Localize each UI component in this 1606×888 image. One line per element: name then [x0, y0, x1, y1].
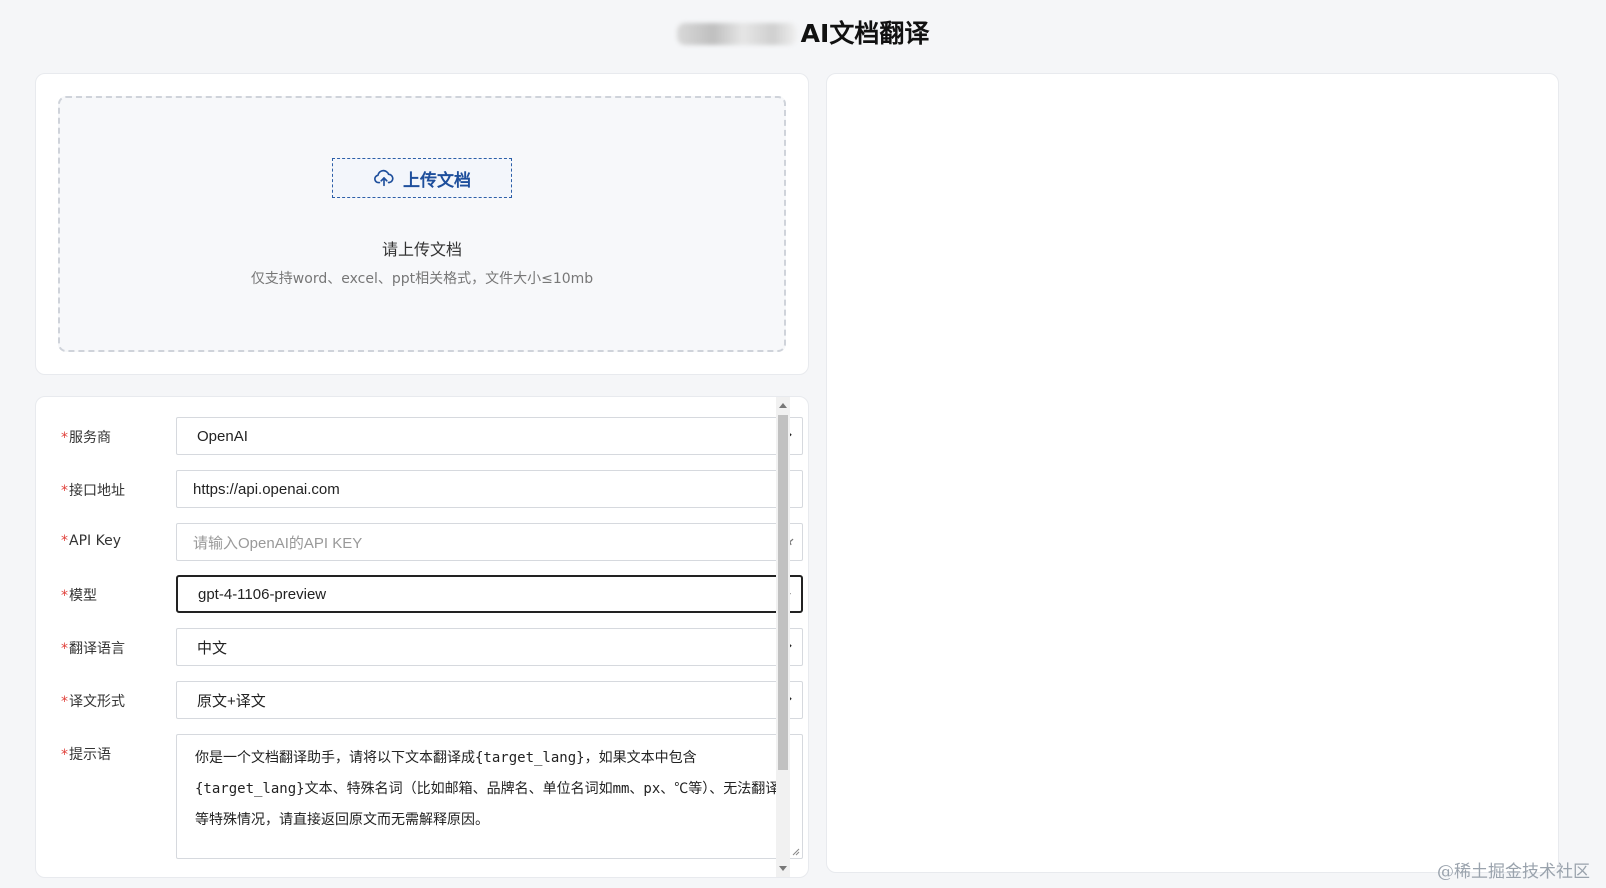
- output-format-select[interactable]: 原文+译文: [176, 681, 803, 719]
- scroll-up-arrow-icon[interactable]: [779, 403, 787, 408]
- upload-button-label: 上传文档: [403, 170, 471, 191]
- provider-label: *服务商: [61, 430, 111, 446]
- resize-grip-icon[interactable]: [790, 846, 800, 856]
- endpoint-label: *接口地址: [61, 483, 125, 499]
- output-format-label: *译文形式: [61, 694, 125, 710]
- model-label: *模型: [61, 588, 97, 604]
- translation-result-panel: [826, 73, 1559, 873]
- provider-select[interactable]: OpenAI: [176, 417, 803, 455]
- watermark: @稀土掘金技术社区: [1437, 862, 1590, 882]
- upload-format-hint: 仅支持word、excel、ppt相关格式，文件大小≤10mb: [250, 271, 594, 287]
- upload-hint: 请上传文档: [381, 240, 462, 259]
- prompt-textarea[interactable]: 你是一个文档翻译助手，请将以下文本翻译成{target_lang}，如果文本中包…: [176, 734, 803, 859]
- form-scrollbar[interactable]: [776, 397, 790, 877]
- scroll-thumb[interactable]: [778, 415, 788, 770]
- model-select[interactable]: gpt-4-1106-preview: [176, 575, 803, 613]
- endpoint-input[interactable]: https://api.openai.com: [176, 470, 803, 508]
- upload-dropzone[interactable]: 上传文档 请上传文档 仅支持word、excel、ppt相关格式，文件大小≤10…: [58, 96, 786, 352]
- settings-form: *服务商 OpenAI *接口地址 https://api.openai.com…: [35, 396, 809, 878]
- scroll-down-arrow-icon[interactable]: [779, 866, 787, 871]
- api-key-input[interactable]: 请输入OpenAI的API KEY: [176, 523, 803, 561]
- language-label: *翻译语言: [61, 641, 125, 657]
- prompt-label: *提示语: [61, 747, 111, 763]
- upload-card: 上传文档 请上传文档 仅支持word、excel、ppt相关格式，文件大小≤10…: [35, 73, 809, 375]
- page-title: AI文档翻译: [0, 14, 1606, 50]
- blurred-brand: [676, 23, 797, 45]
- api-key-label: *API Key: [61, 533, 121, 549]
- upload-cloud-icon: [374, 169, 394, 187]
- target-language-select[interactable]: 中文: [176, 628, 803, 666]
- upload-document-button[interactable]: 上传文档: [332, 158, 512, 198]
